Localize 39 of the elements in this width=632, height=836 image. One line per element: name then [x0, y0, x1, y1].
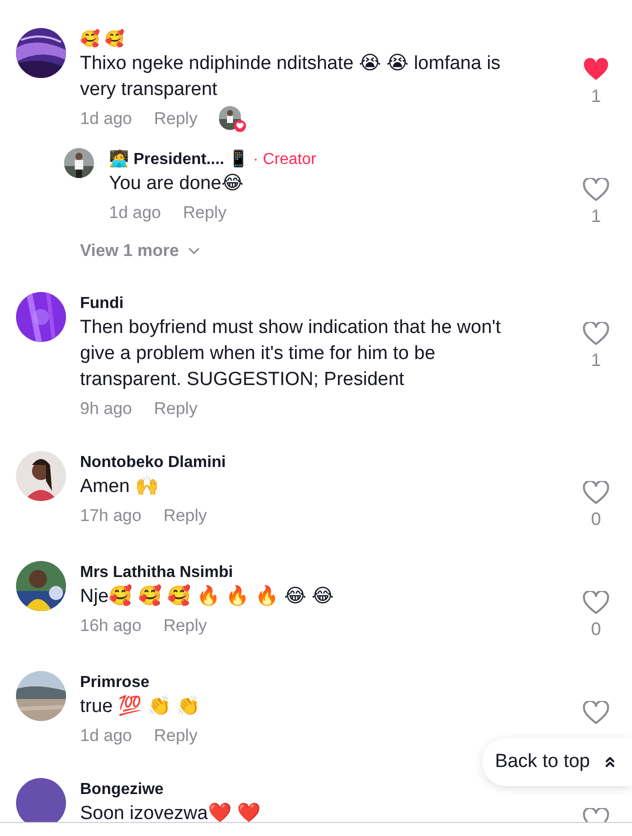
like-count: 1: [590, 86, 601, 107]
timestamp: 9h ago: [80, 399, 132, 419]
comment-text: You are done😂: [109, 172, 245, 196]
comment-text: Then boyfriend must show indication that he won't give a problem when it's time for him to be transparent. SUGGESTION; President: [80, 316, 502, 392]
like-count: 1: [590, 206, 601, 227]
heart-icon[interactable]: [583, 591, 609, 615]
reply-link[interactable]: Reply: [163, 506, 207, 526]
username[interactable]: 🧑‍💻 President.... 📱 · Creator: [109, 149, 316, 171]
like-count: 0: [590, 619, 601, 640]
like-count: 1: [590, 350, 601, 371]
heart-icon[interactable]: [583, 481, 609, 505]
heart-icon[interactable]: [583, 178, 609, 202]
like-count: 0: [590, 509, 601, 530]
username[interactable]: Nontobeko Dlamini: [80, 452, 226, 474]
reply-link[interactable]: Reply: [183, 203, 226, 223]
username[interactable]: Bongeziwe: [80, 779, 164, 801]
heart-icon[interactable]: [583, 322, 609, 346]
back-to-top-button[interactable]: Back to top: [482, 738, 632, 786]
timestamp: 1d ago: [80, 726, 132, 746]
username[interactable]: Mrs Lathitha Nsimbi: [80, 562, 233, 584]
username[interactable]: Primrose: [80, 672, 150, 694]
reply-link[interactable]: Reply: [154, 399, 198, 419]
comment-text: Thixo ngeke ndiphinde nditshate 😭 😭 lomfana is very transparent: [80, 52, 502, 102]
reply-link[interactable]: Reply: [154, 726, 198, 746]
username[interactable]: Fundi: [80, 293, 124, 315]
username[interactable]: 🥰 🥰: [80, 29, 124, 51]
avatar: [16, 778, 66, 822]
timestamp: 16h ago: [80, 616, 142, 636]
timestamp: 1d ago: [80, 109, 132, 129]
reply-link[interactable]: Reply: [163, 616, 207, 636]
liked-heart-icon[interactable]: [583, 58, 609, 82]
heart-icon[interactable]: [583, 701, 609, 725]
comment-text: Amen 🙌: [80, 474, 160, 499]
view-more-button[interactable]: View 1 more: [80, 241, 203, 261]
reply-link[interactable]: Reply: [154, 109, 198, 129]
timestamp: 1d ago: [109, 203, 161, 223]
timestamp: 17h ago: [80, 506, 142, 526]
comment-text: true 💯 👏 👏: [80, 694, 202, 719]
comment-text: Nje🥰 🥰 🥰 🔥 🔥 🔥 😂 😂: [80, 584, 335, 609]
